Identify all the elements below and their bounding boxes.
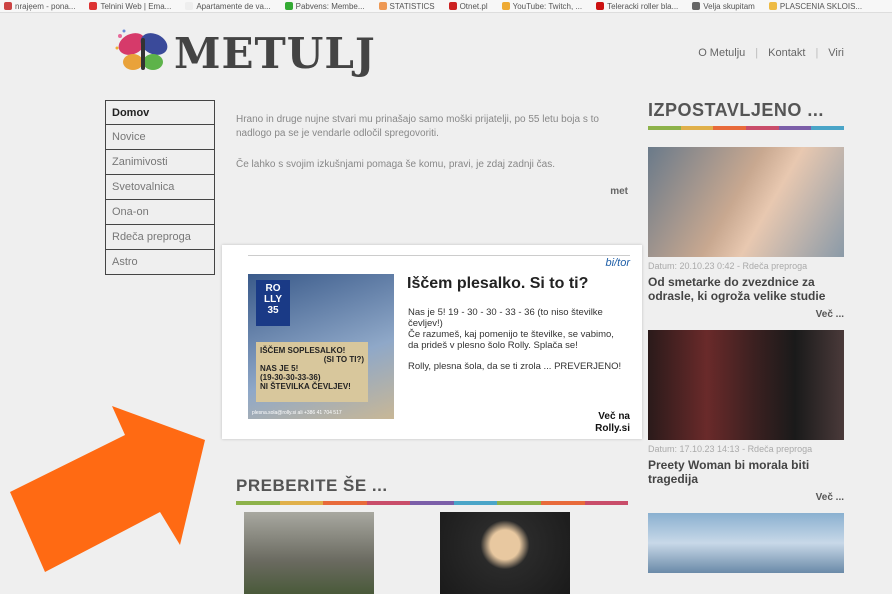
bookmark-icon — [448, 2, 457, 10]
author-signature: met — [610, 186, 628, 197]
ad-text: Če razumeš, kaj pomenijo te številke, se… — [408, 329, 614, 351]
bookmark-label: Pabvens: Membe... — [295, 1, 365, 11]
bookmark-item[interactable]: Telnini Web | Ema... — [89, 2, 171, 11]
sidenav-item-zanimivosti[interactable]: Zanimivosti — [105, 150, 215, 175]
bookmark-icon — [284, 2, 293, 10]
featured-title[interactable]: Preety Woman bi morala biti tragedija — [648, 458, 844, 486]
site-logo[interactable]: METULJ — [114, 28, 376, 78]
bookmark-label: Telnini Web | Ema... — [100, 1, 172, 11]
read-more-link[interactable]: Več ... — [648, 492, 844, 503]
nav-separator: | — [755, 47, 759, 59]
featured-meta: Datum: 20.10.23 0:42 - Rdeča preproga — [648, 261, 808, 271]
bookmark-label: nraje̦em - pona... — [15, 1, 76, 11]
article-thumbnail[interactable] — [440, 512, 570, 594]
article-thumbnail[interactable] — [244, 512, 374, 594]
ad-brand-logo[interactable]: bi/tor — [606, 257, 630, 269]
bookmark-item[interactable]: STATISTICS — [378, 1, 435, 11]
ad-sign: IŠČEM SOPLESALKO! (SI TO TI?) NAS JE 5! … — [256, 342, 368, 402]
sidenav-item-svetovalnica[interactable]: Svetovalnica — [105, 175, 215, 200]
bookmark-icon — [768, 2, 777, 10]
popup-divider — [248, 255, 630, 256]
ad-text: Rolly, plesna šola, da se ti zrola ... P… — [408, 361, 622, 372]
featured-meta: Datum: 17.10.23 14:13 - Rdeča preproga — [648, 444, 813, 454]
bookmark-icon — [692, 2, 701, 10]
rolly-logo: RO LLY 35 — [256, 280, 290, 326]
sidenav-item-domov[interactable]: Domov — [105, 100, 215, 125]
bookmark-item[interactable]: PLASCENIA SKLOIS... — [768, 1, 863, 11]
read-more-link[interactable]: Več ... — [648, 309, 844, 320]
ad-image[interactable]: RO LLY 35 IŠČEM SOPLESALKO! (SI TO TI?) NA… — [248, 274, 394, 419]
ad-title[interactable]: Iščem plesalko. Si to ti? — [407, 275, 588, 293]
read-also-heading: PREBERITE ŠE ... — [236, 476, 388, 495]
bookmark-icon — [378, 2, 387, 10]
bookmark-icon — [596, 2, 605, 10]
bookmark-label: PLASCENIA SKLOIS... — [779, 1, 863, 11]
nav-kontakt[interactable]: Kontakt — [768, 47, 805, 59]
bookmark-icon — [501, 2, 510, 10]
butterfly-icon — [115, 29, 168, 70]
logo-text: METULJ — [174, 28, 376, 78]
bookmark-item[interactable]: YouTube: Twitch, ... — [501, 1, 583, 11]
bookmark-item[interactable]: Velja skupitam — [692, 2, 755, 11]
featured-image-1[interactable] — [648, 147, 844, 257]
ad-contact: plesna.sola@rolly.si ali +386 41 704 517 — [252, 410, 342, 416]
bookmark-icon — [4, 2, 12, 10]
ad-body: Nas je 5! 19 - 30 - 30 - 33 - 36 (to nis… — [408, 307, 622, 382]
nav-separator: | — [815, 47, 819, 59]
featured-title[interactable]: Od smetarke do zvezdnice za odrasle, ki … — [648, 275, 844, 303]
ad-text: Nas je 5! 19 - 30 - 30 - 33 - 36 (to nis… — [408, 307, 603, 329]
featured-section: IZPOSTAVLJENO ... Datum: 20.10.23 0:42 -… — [648, 100, 845, 573]
bookmark-label: YouTube: Twitch, ... — [512, 1, 583, 11]
arrow-annotation — [10, 406, 205, 572]
sidenav-item-ona-on[interactable]: Ona-on — [105, 200, 215, 225]
bookmark-item[interactable]: Pabvens: Membe... — [284, 1, 365, 11]
bookmark-item[interactable]: nraje̦em - pona... — [4, 2, 75, 11]
rainbow-divider — [236, 501, 629, 505]
ad-popup[interactable]: bi/tor RO LLY 35 IŠČEM SOPLESALKO! (SI TO … — [222, 245, 642, 439]
bookmark-icon — [89, 2, 98, 10]
bookmarks-bar: nraje̦em - pona... Telnini Web | Ema... Ap… — [0, 0, 892, 13]
bookmark-icon — [185, 2, 194, 10]
sidenav-item-novice[interactable]: Novice — [105, 125, 215, 150]
nav-viri[interactable]: Viri — [828, 47, 844, 59]
article-intro: Hrano in druge nujne stvari mu prinašajo… — [236, 113, 628, 199]
bookmark-label: Teleracki roller bla... — [607, 1, 679, 11]
ad-cta-link[interactable]: Več na Rolly.si — [595, 411, 630, 435]
sidenav-item-astro[interactable]: Astro — [105, 250, 215, 275]
bookmark-label: STATISTICS — [389, 1, 435, 11]
intro-paragraph: Hrano in druge nujne stvari mu prinašajo… — [236, 114, 599, 139]
nav-o-metulju[interactable]: O Metulju — [698, 47, 745, 59]
bookmark-item[interactable]: Teleracki roller bla... — [596, 2, 678, 11]
bookmark-item[interactable]: Otnet.pl — [448, 1, 488, 11]
bookmark-label: Apartamente de va... — [196, 1, 271, 11]
bookmark-item[interactable]: Apartamente de va... — [185, 1, 271, 11]
featured-heading: IZPOSTAVLJENO ... — [648, 100, 824, 120]
bookmark-label: Velja skupitam — [703, 1, 755, 11]
top-nav: O Metulju | Kontakt | Viri — [698, 47, 844, 59]
rainbow-divider — [648, 126, 845, 130]
sidenav-item-rdeca-preproga[interactable]: Rdeča preproga — [105, 225, 215, 250]
side-navigation: Domov Novice Zanimivosti Svetovalnica On… — [105, 100, 215, 275]
bookmark-label: Otnet.pl — [459, 1, 488, 11]
featured-image-2[interactable] — [648, 330, 844, 440]
intro-paragraph: Če lahko s svojim izkušnjami pomaga še k… — [236, 159, 556, 170]
read-also-section: PREBERITE ŠE ... — [236, 476, 629, 505]
featured-image-3[interactable] — [648, 513, 844, 573]
